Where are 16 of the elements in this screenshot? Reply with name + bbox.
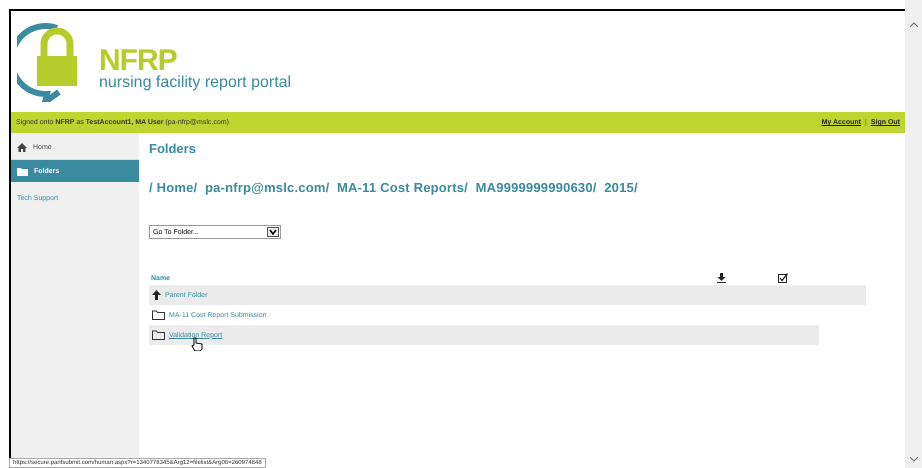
logo-mark: NFRP [99, 46, 177, 76]
breadcrumb-path: / Home/ pa-nfrp@mslc.com/ MA-11 Cost Reports/ MA9999999990630/ 2015/ [149, 180, 639, 195]
dropdown-caret-icon [267, 227, 279, 237]
checkbox-icon[interactable] [778, 273, 788, 283]
hand-cursor-icon [191, 336, 203, 350]
scroll-down-icon[interactable] [910, 457, 918, 462]
folder-icon [17, 166, 28, 176]
folder-icon [152, 330, 165, 340]
page-title: Folders [149, 141, 197, 156]
logo-tagline: nursing facility report portal [99, 74, 292, 92]
up-arrow-icon [152, 290, 161, 300]
folder-icon [152, 310, 165, 320]
download-icon[interactable] [717, 273, 726, 283]
scrollbar[interactable] [905, 0, 922, 468]
scroll-up-icon[interactable] [910, 22, 918, 27]
home-icon [17, 142, 27, 152]
